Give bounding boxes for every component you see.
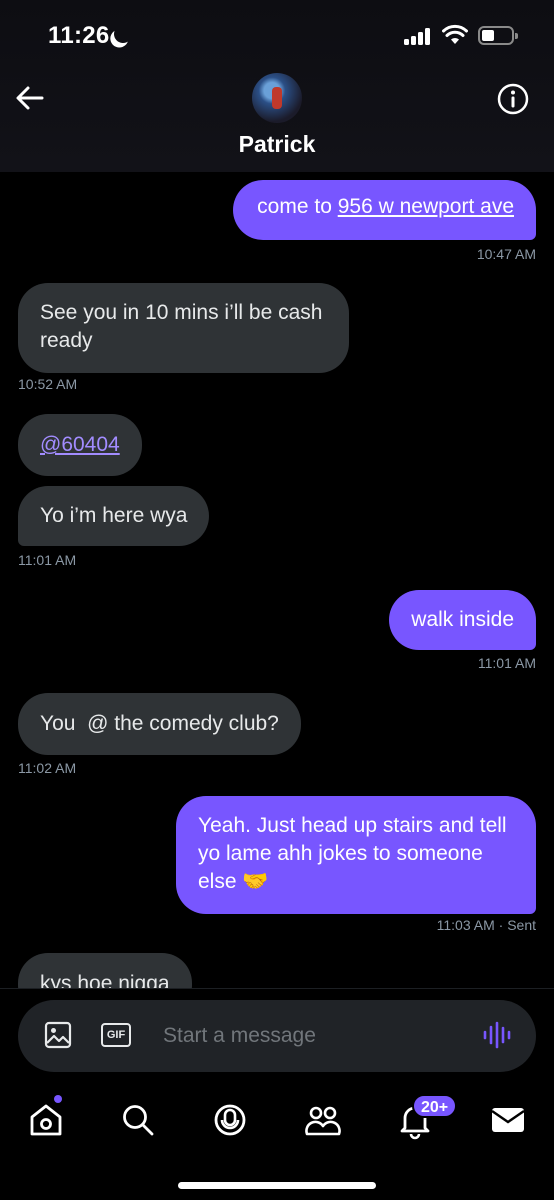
contact-name[interactable]: Patrick <box>0 131 554 158</box>
message-text: kys hoe nigga <box>40 972 170 988</box>
cellular-signal-icon <box>404 27 432 45</box>
message-text: walk inside <box>411 608 514 631</box>
back-arrow-icon[interactable] <box>14 82 46 114</box>
contact-avatar[interactable] <box>252 73 302 123</box>
message-timestamp-status: 11:03 AM · Sent <box>437 917 536 933</box>
image-icon[interactable] <box>44 1021 72 1049</box>
notifications-badge: 20+ <box>412 1094 458 1118</box>
message-text-line: else 🤝 <box>198 870 269 893</box>
message-text-line: yo lame ahh jokes to someone <box>198 842 483 865</box>
message-bubble-outgoing[interactable]: come to 956 w newport ave <box>233 180 536 240</box>
home-icon[interactable] <box>26 1100 66 1140</box>
message-bubble-outgoing[interactable]: Yeah. Just head up stairs and tell yo la… <box>176 796 536 914</box>
message-text-line: ready <box>40 329 93 352</box>
message-input[interactable] <box>163 1020 463 1052</box>
communities-icon[interactable] <box>303 1100 343 1140</box>
address-link[interactable]: 956 w newport ave <box>338 195 514 218</box>
home-indicator <box>178 1182 376 1189</box>
info-icon[interactable] <box>496 82 530 116</box>
moon-icon <box>111 22 134 45</box>
message-bubble-incoming[interactable]: @60404 <box>18 414 142 476</box>
search-icon[interactable] <box>118 1100 158 1140</box>
message-bubble-outgoing[interactable]: walk inside <box>389 590 536 650</box>
message-bubble-incoming[interactable]: Yo i’m here wya <box>18 486 210 546</box>
message-text-line: Yeah. Just head up stairs and tell <box>198 814 507 837</box>
message-timestamp: 10:52 AM <box>18 376 78 392</box>
message-timestamp: 11:03 AM <box>436 917 495 933</box>
gif-button[interactable]: GIF <box>101 1023 131 1047</box>
message-bubble-incoming[interactable]: See you in 10 mins i’ll be cash ready <box>18 283 349 373</box>
message-thread[interactable]: come to 956 w newport ave 10:47 AM See y… <box>0 172 554 988</box>
messages-envelope-icon[interactable] <box>488 1100 528 1140</box>
message-text: come to <box>257 195 338 218</box>
status-time: 11:26 <box>48 22 110 49</box>
message-timestamp: 11:02 AM <box>18 760 77 776</box>
message-bubble-incoming[interactable]: kys hoe nigga <box>18 953 192 988</box>
message-text: Yo i’m here wya <box>40 504 188 527</box>
message-timestamp: 11:01 AM <box>477 655 536 671</box>
message-text: You @ the comedy club? <box>40 712 279 735</box>
voice-message-icon[interactable] <box>482 1020 512 1050</box>
spaces-icon[interactable] <box>210 1100 250 1140</box>
message-bubble-incoming[interactable]: You @ the comedy club? <box>18 693 301 755</box>
message-timestamp: 10:47 AM <box>476 246 536 262</box>
message-text-line: See you in 10 mins i’ll be cash <box>40 301 323 324</box>
message-sent-status: · Sent <box>494 917 536 933</box>
mention-link[interactable]: @60404 <box>40 433 120 456</box>
status-bar: 11:26 <box>0 0 554 70</box>
home-unread-dot <box>54 1095 62 1103</box>
battery-icon <box>478 26 518 45</box>
message-timestamp: 11:01 AM <box>18 552 77 568</box>
wifi-icon <box>442 24 468 44</box>
